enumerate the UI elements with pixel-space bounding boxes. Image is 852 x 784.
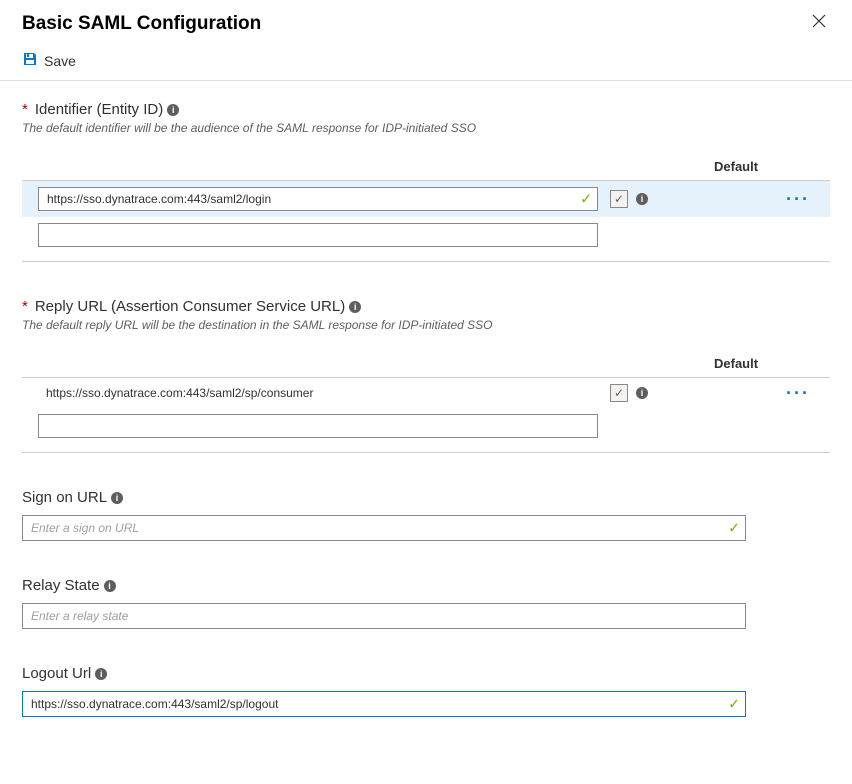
save-button[interactable]: Save	[22, 51, 76, 70]
identifier-input-wrap	[38, 223, 598, 247]
more-actions-button[interactable]: ···	[786, 190, 810, 208]
sign-on-url-section: Sign on URL i ✓	[22, 489, 830, 541]
info-icon[interactable]: i	[111, 492, 123, 504]
info-icon[interactable]: i	[349, 301, 361, 313]
logout-url-input[interactable]	[22, 691, 746, 717]
reply-url-help: The default reply URL will be the destin…	[22, 318, 830, 332]
relay-state-label: Relay State i	[22, 577, 116, 594]
info-icon[interactable]: i	[636, 193, 648, 205]
identifier-help: The default identifier will be the audie…	[22, 121, 830, 135]
info-icon[interactable]: i	[104, 580, 116, 592]
identifier-row	[22, 217, 830, 253]
close-button[interactable]	[808, 10, 830, 37]
info-icon[interactable]: i	[95, 668, 107, 680]
save-icon	[22, 51, 38, 70]
relay-state-input-wrap	[22, 603, 746, 629]
identifier-label: * Identifier (Entity ID) i	[22, 101, 179, 118]
reply-url-section: * Reply URL (Assertion Consumer Service …	[22, 298, 830, 453]
panel-title: Basic SAML Configuration	[22, 13, 261, 35]
save-label: Save	[44, 53, 76, 69]
reply-url-input-empty[interactable]	[38, 414, 598, 438]
default-cell: ✓ i	[610, 384, 670, 402]
logout-url-label: Logout Url i	[22, 665, 107, 682]
reply-url-label: * Reply URL (Assertion Consumer Service …	[22, 298, 361, 315]
default-column-header: Default	[22, 350, 830, 378]
relay-state-section: Relay State i	[22, 577, 830, 629]
logout-url-section: Logout Url i ✓	[22, 665, 830, 717]
reply-url-row	[22, 408, 830, 444]
content-area: * Identifier (Entity ID) i The default i…	[0, 81, 852, 773]
info-icon[interactable]: i	[636, 387, 648, 399]
identifier-input-empty[interactable]	[38, 223, 598, 247]
identifier-input-wrap: ✓	[38, 187, 598, 211]
sign-on-url-input[interactable]	[22, 515, 746, 541]
identifier-row: ✓ ✓ i ···	[22, 181, 830, 217]
default-cell: ✓ i	[610, 190, 670, 208]
sign-on-url-label: Sign on URL i	[22, 489, 123, 506]
required-marker: *	[22, 101, 28, 118]
default-column-header: Default	[22, 153, 830, 181]
close-icon	[812, 14, 826, 28]
panel-header: Basic SAML Configuration	[0, 0, 852, 45]
reply-url-value: https://sso.dynatrace.com:443/saml2/sp/c…	[38, 384, 598, 402]
relay-state-input[interactable]	[22, 603, 746, 629]
reply-url-row: https://sso.dynatrace.com:443/saml2/sp/c…	[22, 378, 830, 408]
reply-url-input-wrap	[38, 414, 598, 438]
more-actions-button[interactable]: ···	[786, 384, 810, 402]
info-icon[interactable]: i	[167, 104, 179, 116]
logout-url-input-wrap: ✓	[22, 691, 746, 717]
identifier-section: * Identifier (Entity ID) i The default i…	[22, 101, 830, 262]
sign-on-url-input-wrap: ✓	[22, 515, 746, 541]
toolbar: Save	[0, 45, 852, 81]
default-checkbox[interactable]: ✓	[610, 384, 628, 402]
required-marker: *	[22, 298, 28, 315]
default-checkbox[interactable]: ✓	[610, 190, 628, 208]
identifier-input[interactable]	[38, 187, 598, 211]
